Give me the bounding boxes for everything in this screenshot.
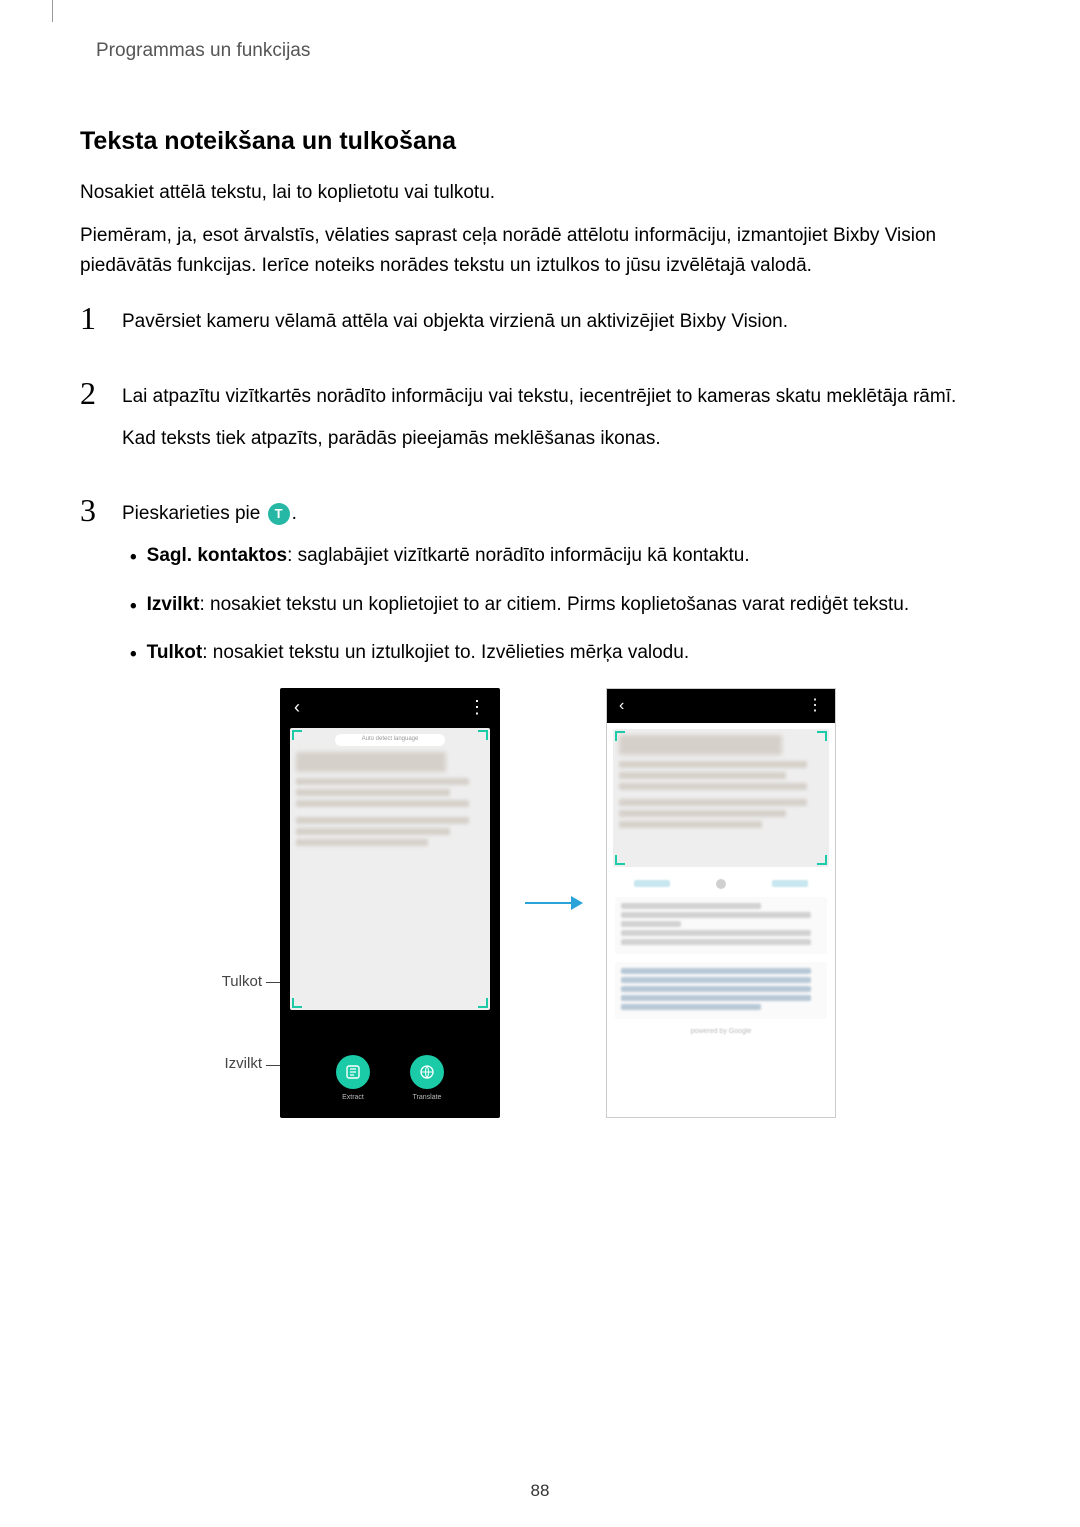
corner-marker-icon (615, 731, 625, 741)
illustration-row: Tulkot Izvilkt ‹ ⋮ Auto detect language (202, 688, 1000, 1118)
bullet-dot-icon: • (130, 593, 137, 622)
phone-mock-result: ‹ ⋮ (606, 688, 836, 1118)
step-3-text: Pieskarieties pie T. (122, 500, 1000, 529)
back-icon: ‹ (619, 694, 624, 718)
step-1-text: Pavērsiet kameru vēlamā attēla vai objek… (122, 308, 1000, 337)
callout-extract: Izvilkt (202, 1053, 262, 1076)
translated-text-block (615, 962, 827, 1019)
step-1: 1 Pavērsiet kameru vēlamā attēla vai obj… (80, 302, 1000, 351)
source-lang-pill (634, 880, 670, 887)
mock-title-blur (619, 735, 782, 755)
corner-marker-icon (817, 731, 827, 741)
bullet-dot-icon: • (130, 544, 137, 573)
back-icon: ‹ (294, 694, 300, 721)
language-picker-row (607, 873, 835, 895)
arrow-icon (518, 891, 588, 915)
page-number: 88 (0, 1481, 1080, 1501)
corner-marker-icon (292, 998, 302, 1008)
step-2-text-a: Lai atpazītu vizītkartēs norādīto inform… (122, 383, 1000, 412)
extract-action-label: Extract (342, 1093, 364, 1104)
corner-marker-icon (478, 730, 488, 740)
bullet-translate: • Tulkot: nosakiet tekstu un iztulkojiet… (130, 639, 1000, 670)
swap-languages-icon (716, 879, 726, 889)
translate-action-label: Translate (413, 1093, 442, 1104)
more-icon: ⋮ (468, 694, 486, 721)
translate-action-icon (410, 1055, 444, 1089)
section-header: Programmas un funkcijas (96, 40, 1000, 62)
callout-translate: Tulkot (202, 971, 262, 994)
step-2: 2 Lai atpazītu vizītkartēs norādīto info… (80, 377, 1000, 468)
step-number: 2 (80, 377, 106, 468)
page-title: Teksta noteikšana un tulkošana (80, 127, 1000, 156)
step-2-text-b: Kad teksts tiek atpazīts, parādās pieeja… (122, 425, 1000, 454)
corner-marker-icon (817, 855, 827, 865)
phone-mock-source: ‹ ⋮ Auto detect language (280, 688, 500, 1118)
more-icon: ⋮ (807, 694, 823, 718)
auto-detect-pill: Auto detect language (335, 734, 445, 746)
corner-marker-icon (615, 855, 625, 865)
original-text-block (615, 897, 827, 954)
bullet-extract: • Izvilkt: nosakiet tekstu un koplietoji… (130, 591, 1000, 622)
step-number: 3 (80, 494, 106, 1118)
step-number: 1 (80, 302, 106, 351)
text-t-icon: T (268, 503, 290, 525)
powered-by-label: powered by Google (607, 1027, 835, 1038)
intro-paragraph-1: Nosakiet attēlā tekstu, lai to koplietot… (80, 178, 1000, 207)
bullet-save-contacts: • Sagl. kontaktos: saglabājiet vizītkart… (130, 542, 1000, 573)
corner-marker-icon (478, 998, 488, 1008)
intro-paragraph-2: Piemēram, ja, esot ārvalstīs, vēlaties s… (80, 221, 1000, 280)
bullet-dot-icon: • (130, 641, 137, 670)
target-lang-pill (772, 880, 808, 887)
corner-marker-icon (292, 730, 302, 740)
callout-labels: Tulkot Izvilkt (202, 688, 262, 1118)
step-3: 3 Pieskarieties pie T. • Sagl. kontaktos… (80, 494, 1000, 1118)
extract-action-icon (336, 1055, 370, 1089)
mock-title-blur (296, 752, 446, 772)
